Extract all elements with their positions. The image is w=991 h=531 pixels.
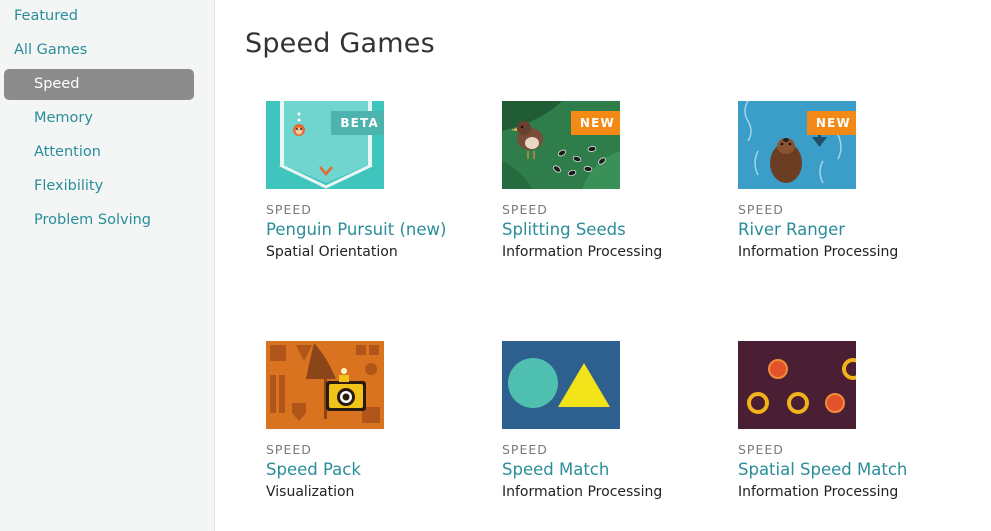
penguin-pursuit-thumbnail[interactable]: BETA	[266, 101, 384, 189]
game-title-link[interactable]: Spatial Speed Match	[738, 460, 958, 479]
speed-match-thumbnail[interactable]	[502, 341, 620, 429]
page-title: Speed Games	[245, 28, 435, 59]
speed-pack-image	[266, 341, 384, 429]
main-content: Speed Games BETA SPEED Penguin Pursuit (…	[216, 0, 991, 531]
game-skill: Visualization	[266, 484, 355, 500]
game-card-river-ranger: NEW SPEED River Ranger Information Proce…	[738, 101, 958, 260]
spatial-speed-match-thumbnail[interactable]	[738, 341, 856, 429]
game-card-speed-match: SPEED Speed Match Information Processing	[502, 341, 722, 500]
game-card-spatial-speed-match: SPEED Spatial Speed Match Information Pr…	[738, 341, 958, 500]
game-card-speed-pack: SPEED Speed Pack Visualization	[266, 341, 486, 500]
sidebar-item-memory[interactable]: Memory	[34, 103, 93, 134]
game-title-link[interactable]: Speed Match	[502, 460, 722, 479]
game-card-penguin-pursuit: BETA SPEED Penguin Pursuit (new) Spatial…	[266, 101, 486, 260]
game-title-link[interactable]: Penguin Pursuit (new)	[266, 220, 486, 239]
sidebar-item-all-games[interactable]: All Games	[14, 35, 87, 66]
sidebar: Featured All Games Speed Memory Attentio…	[0, 0, 215, 531]
new-badge: NEW	[570, 111, 620, 135]
game-title-link[interactable]: River Ranger	[738, 220, 958, 239]
speed-match-image	[502, 341, 620, 429]
game-category: SPEED	[502, 202, 548, 217]
game-skill: Information Processing	[738, 244, 899, 260]
game-category: SPEED	[266, 442, 312, 457]
game-title-link[interactable]: Speed Pack	[266, 460, 486, 479]
game-title-link[interactable]: Splitting Seeds	[502, 220, 722, 239]
game-category: SPEED	[738, 442, 784, 457]
sidebar-item-speed[interactable]: Speed	[4, 69, 194, 100]
game-card-splitting-seeds: NEW SPEED Splitting Seeds Information Pr…	[502, 101, 722, 260]
sidebar-item-flexibility[interactable]: Flexibility	[34, 171, 103, 202]
game-category: SPEED	[502, 442, 548, 457]
speed-pack-thumbnail[interactable]	[266, 341, 384, 429]
game-skill: Information Processing	[738, 484, 899, 500]
sidebar-item-attention[interactable]: Attention	[34, 137, 101, 168]
sidebar-item-problem-solving[interactable]: Problem Solving	[34, 205, 151, 236]
game-skill: Spatial Orientation	[266, 244, 398, 260]
game-category: SPEED	[266, 202, 312, 217]
spatial-speed-match-image	[738, 341, 856, 429]
sidebar-item-featured[interactable]: Featured	[14, 1, 78, 32]
river-ranger-thumbnail[interactable]: NEW	[738, 101, 856, 189]
new-badge: NEW	[806, 111, 856, 135]
beta-badge: BETA	[331, 111, 384, 135]
game-category: SPEED	[738, 202, 784, 217]
splitting-seeds-thumbnail[interactable]: NEW	[502, 101, 620, 189]
game-skill: Information Processing	[502, 244, 663, 260]
game-skill: Information Processing	[502, 484, 663, 500]
